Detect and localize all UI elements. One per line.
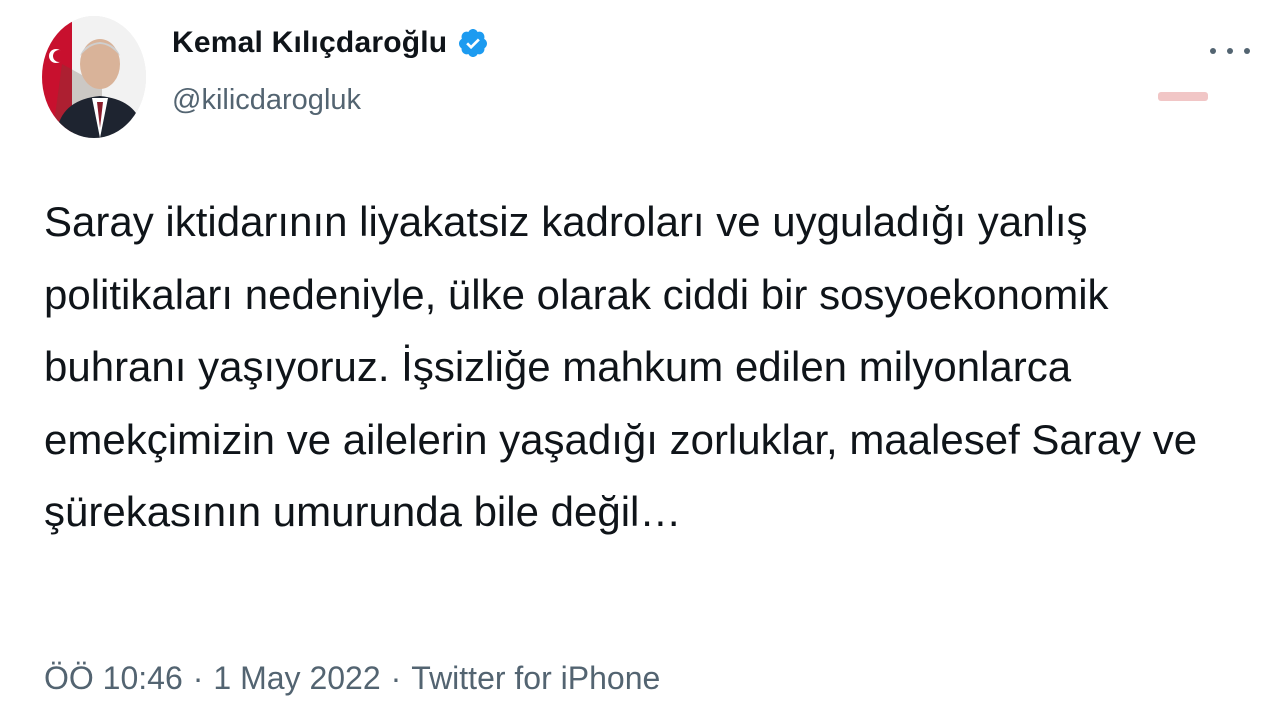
display-name[interactable]: Kemal Kılıçdaroğlu: [172, 26, 447, 60]
author-name-row[interactable]: Kemal Kılıçdaroğlu: [172, 26, 489, 60]
author-handle[interactable]: @kilicdarogluk: [172, 84, 361, 117]
more-options-icon[interactable]: [1210, 38, 1250, 64]
meta-separator: ·: [390, 660, 402, 696]
tweet-date[interactable]: 1 May 2022: [213, 660, 380, 697]
avatar-photo: [42, 16, 146, 138]
tweet-text: Saray iktidarının liyakatsiz kadroları v…: [44, 198, 1209, 535]
tweet-card: Kemal Kılıçdaroğlu @kilicdarogluk Saray …: [0, 0, 1280, 720]
tweet-meta: ÖÖ 10:46 · 1 May 2022 · Twitter for iPho…: [44, 660, 660, 697]
watermark-logo: [1158, 92, 1208, 101]
tweet-time[interactable]: ÖÖ 10:46: [44, 660, 183, 697]
verified-badge-icon: [457, 27, 489, 59]
tweet-source[interactable]: Twitter for iPhone: [411, 660, 660, 697]
avatar[interactable]: [42, 16, 146, 138]
meta-separator: ·: [192, 660, 204, 696]
